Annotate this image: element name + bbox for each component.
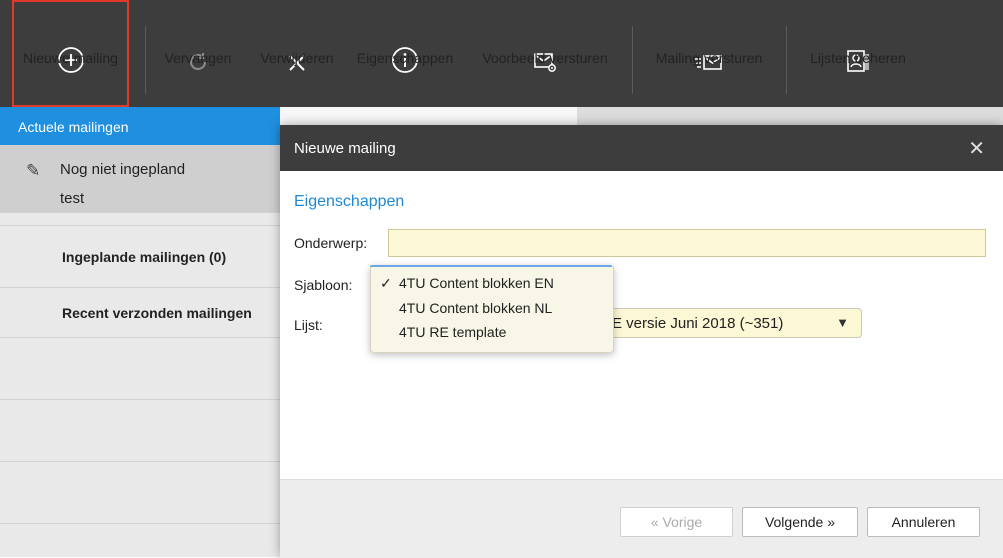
sidebar-header-label: Actuele mailingen <box>18 119 129 135</box>
new-mailing-dialog: Nieuwe mailing ✕ Eigenschappen Onderwerp… <box>280 125 1003 558</box>
toolbar: Nieuwe mailing Vervangen Verwijderen Eig… <box>0 0 1003 107</box>
previous-button[interactable]: « Vorige <box>620 507 733 537</box>
template-option[interactable]: 4TU Content blokken EN <box>399 275 554 291</box>
manage-lists-button[interactable]: Lijsten beheren <box>796 0 920 107</box>
sidebar-header[interactable]: Actuele mailingen <box>0 107 280 146</box>
delete-button[interactable]: Verwijderen <box>252 0 342 107</box>
draft-mailing-item[interactable]: ✎ Nog niet ingepland test <box>0 145 280 213</box>
group-recent-label: Recent verzonden mailingen <box>62 305 252 321</box>
mailings-sidebar: Actuele mailingen ✎ Nog niet ingepland t… <box>0 107 280 557</box>
sidebar-empty-row <box>0 337 280 400</box>
next-button[interactable]: Volgende » <box>742 507 858 537</box>
dialog-title: Nieuwe mailing <box>294 140 396 157</box>
send-mailing-label: Mailing versturen <box>655 49 763 66</box>
group-scheduled-label: Ingeplande mailingen (0) <box>62 249 227 265</box>
pencil-icon: ✎ <box>26 161 41 180</box>
list-select[interactable]: E versie Juni 2018 (~351) ▼ <box>607 308 862 338</box>
subject-input[interactable] <box>388 229 986 257</box>
toolbar-divider <box>632 26 633 94</box>
new-mailing-button[interactable]: Nieuwe mailing <box>12 0 129 107</box>
new-mailing-label: Nieuwe mailing <box>23 49 118 66</box>
sidebar-spacer <box>0 212 280 226</box>
send-mailing-button[interactable]: Mailing versturen <box>644 0 774 107</box>
replace-label: Vervangen <box>164 49 232 66</box>
template-option[interactable]: 4TU Content blokken NL <box>399 300 552 316</box>
dialog-close-icon[interactable]: ✕ <box>968 136 985 161</box>
sidebar-empty-row <box>0 461 280 524</box>
template-label: Sjabloon: <box>294 277 353 293</box>
sidebar-empty-row <box>0 399 280 462</box>
dialog-titlebar: Nieuwe mailing ✕ <box>280 125 1003 171</box>
section-title: Eigenschappen <box>294 193 405 210</box>
sidebar-group-scheduled[interactable]: Ingeplande mailingen (0) <box>0 225 280 288</box>
dropdown-focus-line <box>370 265 612 267</box>
dialog-footer: « Vorige Volgende » Annuleren <box>280 479 1003 558</box>
toolbar-divider <box>145 26 146 94</box>
manage-lists-label: Lijsten beheren <box>810 49 906 66</box>
cancel-button[interactable]: Annuleren <box>867 507 980 537</box>
template-option[interactable]: 4TU RE template <box>399 324 506 340</box>
draft-status: Nog niet ingepland <box>60 161 186 178</box>
send-preview-button[interactable]: Voorbeeld versturen <box>472 0 618 107</box>
replace-button[interactable]: Vervangen <box>156 0 240 107</box>
delete-label: Verwijderen <box>260 49 334 66</box>
properties-button[interactable]: Eigenschappen <box>349 0 461 107</box>
toolbar-divider <box>786 26 787 94</box>
template-dropdown: ✓ 4TU Content blokken EN 4TU Content blo… <box>370 265 614 353</box>
list-select-value: E versie Juni 2018 (~351) <box>612 315 784 332</box>
subject-label: Onderwerp: <box>294 235 368 251</box>
send-preview-label: Voorbeeld versturen <box>482 49 608 66</box>
content-header-strip <box>577 107 1003 125</box>
draft-name: test <box>60 190 85 207</box>
properties-label: Eigenschappen <box>356 49 454 66</box>
checkmark-icon: ✓ <box>380 275 392 291</box>
sidebar-group-recent[interactable]: Recent verzonden mailingen <box>0 287 280 338</box>
list-label: Lijst: <box>294 317 323 333</box>
chevron-down-icon: ▼ <box>836 315 849 330</box>
